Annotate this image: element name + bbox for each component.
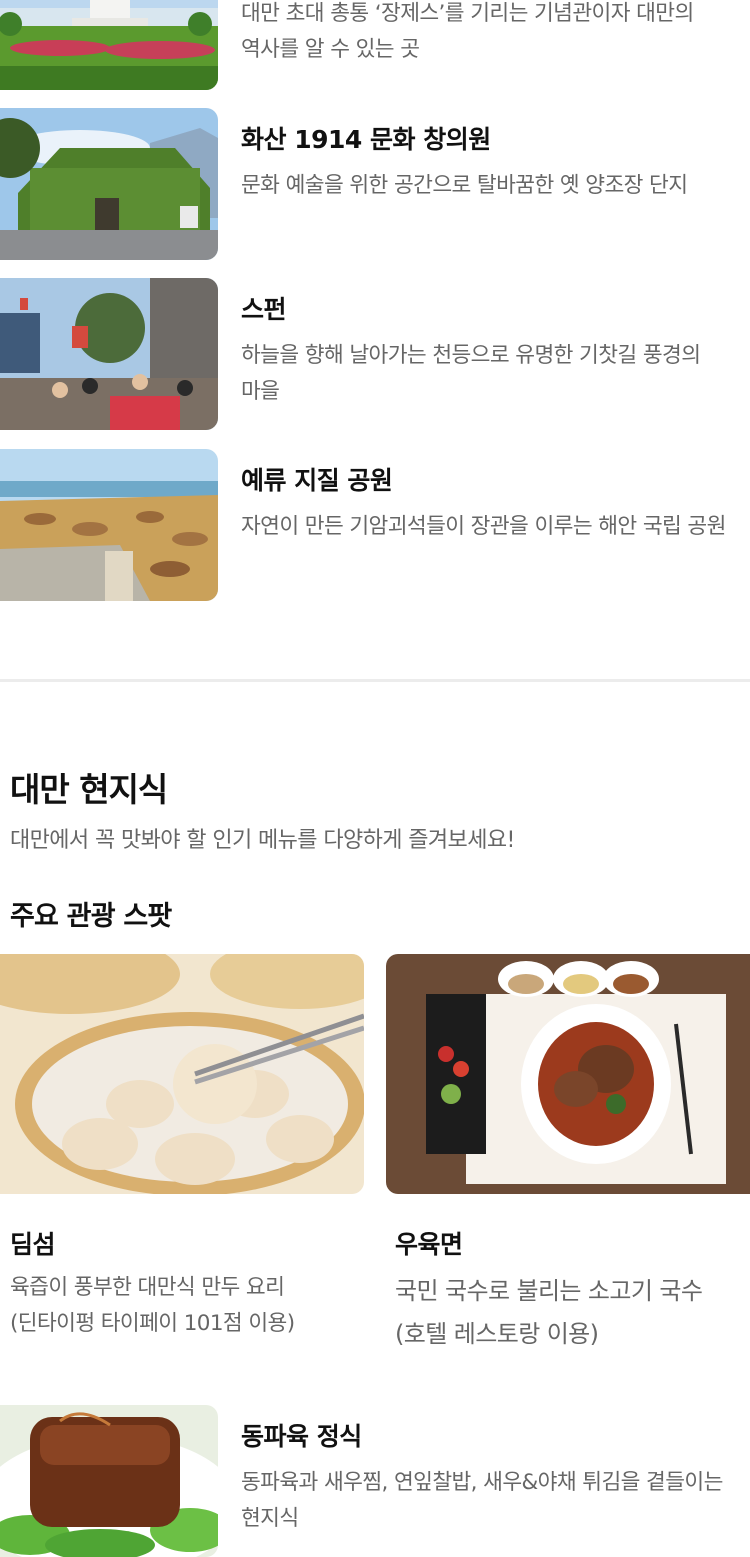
spot-title: 스펀 <box>241 295 287 324</box>
subsection-title: 주요 관광 스팟 <box>10 901 172 932</box>
spot-description: 하늘을 향해 날아가는 천등으로 유명한 기찻길 풍경의 마을 <box>241 343 701 404</box>
food-title: 동파육 정식 <box>241 1422 362 1451</box>
section-divider <box>0 679 750 682</box>
food-image <box>0 954 364 1194</box>
spot-description: 자연이 만든 기암괴석들이 장관을 이루는 해안 국립 공원 <box>241 514 726 539</box>
spot-description: 대만 초대 총통 ‘장제스’를 기리는 기념관이자 대만의 역사를 알 수 있는… <box>241 1 694 62</box>
food-description: 동파육과 새우찜, 연잎찰밥, 새우&야채 튀김을 곁들이는 현지식 <box>241 1470 723 1531</box>
food-image <box>386 954 750 1194</box>
spot-thumbnail <box>0 108 218 260</box>
spot-description: 문화 예술을 위한 공간으로 탈바꿈한 옛 양조장 단지 <box>241 173 688 198</box>
spot-title: 예류 지질 공원 <box>241 466 393 495</box>
food-title: 우육면 <box>395 1230 463 1259</box>
section-title: 대만 현지식 <box>10 770 168 809</box>
spot-thumbnail <box>0 0 218 90</box>
section-subtitle: 대만에서 꼭 맛봐야 할 인기 메뉴를 다양하게 즐겨보세요! <box>10 828 515 853</box>
food-title: 딤섬 <box>10 1230 56 1259</box>
spot-title: 화산 1914 문화 창의원 <box>241 125 491 154</box>
food-description: 국민 국수로 불리는 소고기 국수 (호텔 레스토랑 이용) <box>395 1277 703 1348</box>
food-image <box>0 1405 218 1557</box>
food-description: 육즙이 풍부한 대만식 만두 요리 (딘타이펑 타이페이 101점 이용) <box>10 1275 295 1336</box>
spot-thumbnail <box>0 449 218 601</box>
spot-thumbnail <box>0 278 218 430</box>
